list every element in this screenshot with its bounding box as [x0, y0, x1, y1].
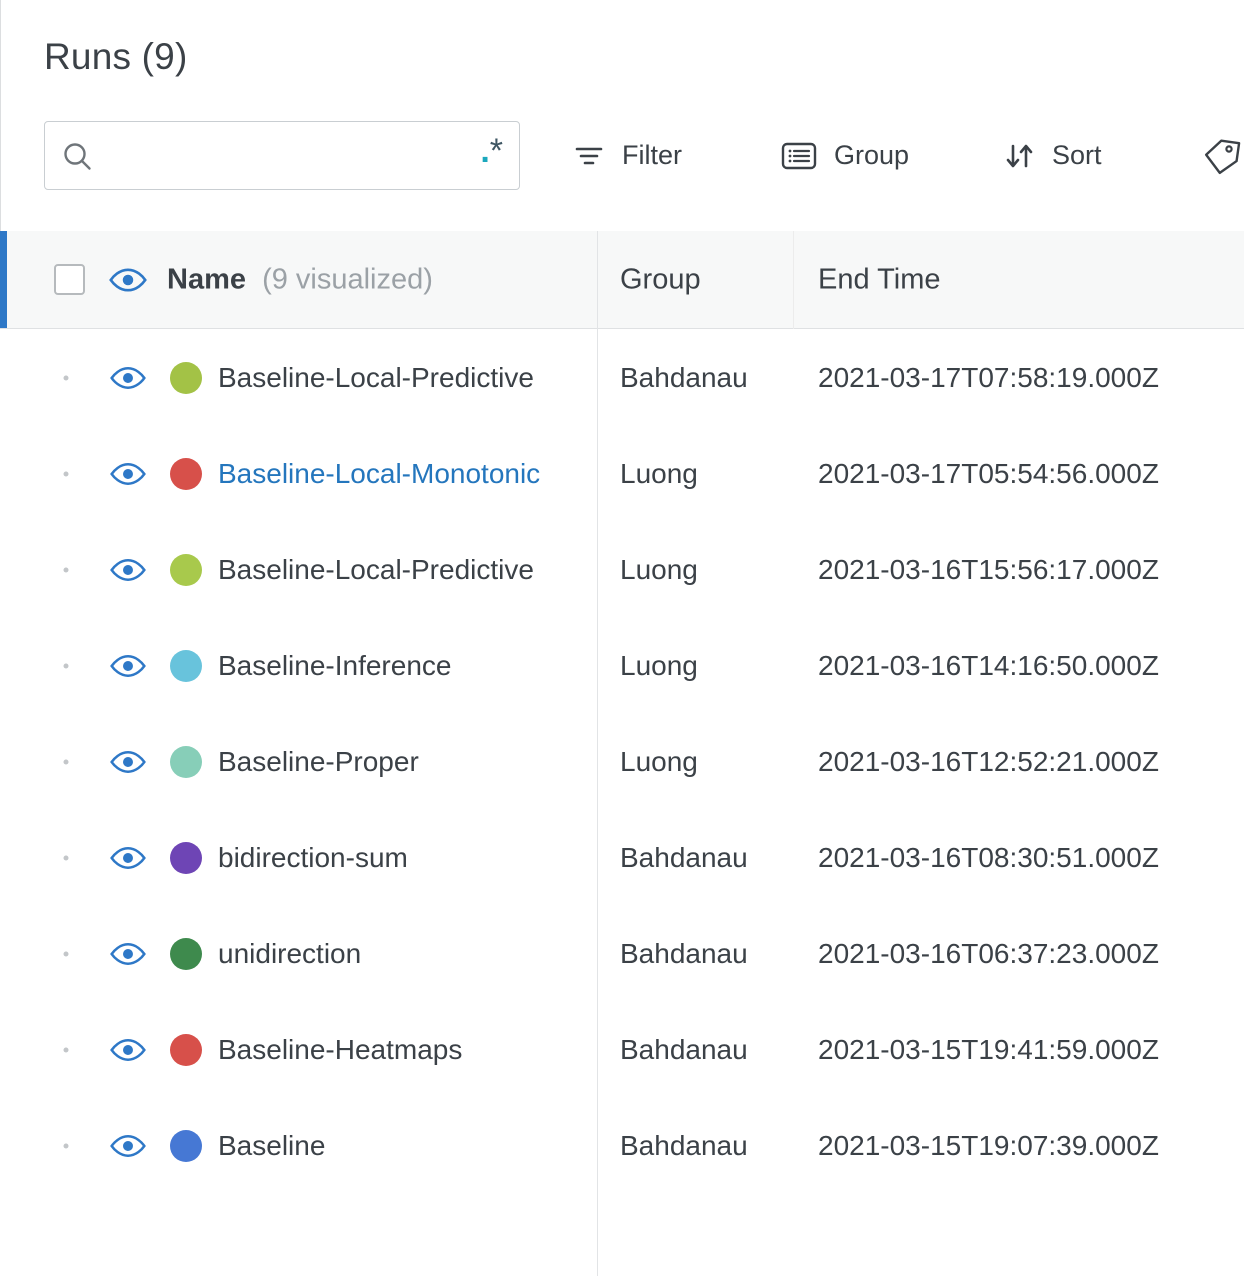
visibility-eye-icon[interactable]	[110, 846, 146, 870]
run-row: Baseline-Heatmaps Bahdanau 2021-03-15T19…	[0, 1002, 1244, 1098]
column-header-end-time[interactable]: End Time	[818, 263, 941, 296]
run-name[interactable]: Baseline-Local-Monotonic	[218, 458, 540, 490]
run-row: Baseline-Proper Luong 2021-03-16T12:52:2…	[0, 714, 1244, 810]
run-end-time-cell: 2021-03-16T06:37:23.000Z	[818, 938, 1159, 969]
run-group-cell: Bahdanau	[620, 1034, 748, 1065]
run-end-time-cell: 2021-03-16T08:30:51.000Z	[818, 842, 1159, 873]
drag-handle-dot[interactable]	[63, 855, 69, 861]
toggle-all-visibility-eye-icon[interactable]	[109, 267, 147, 293]
run-row: unidirection Bahdanau 2021-03-16T06:37:2…	[0, 906, 1244, 1002]
name-column-label: Name	[167, 263, 246, 295]
runs-table-body: Baseline-Local-Predictive Bahdanau 2021-…	[0, 330, 1244, 1194]
run-group-cell: Bahdanau	[620, 842, 748, 873]
run-end-time-cell: 2021-03-16T14:16:50.000Z	[818, 650, 1159, 681]
drag-handle-dot[interactable]	[63, 663, 69, 669]
page-title: Runs (9)	[44, 36, 188, 77]
run-color-dot[interactable]	[170, 938, 202, 970]
run-name[interactable]: Baseline-Local-Predictive	[218, 362, 534, 394]
run-color-dot[interactable]	[170, 650, 202, 682]
group-label: Group	[834, 140, 910, 170]
visualized-count-label: (9 visualized)	[262, 263, 433, 295]
search-box: .*	[44, 121, 520, 190]
group-column-separator	[793, 231, 794, 329]
drag-handle-dot[interactable]	[63, 471, 69, 477]
regex-toggle[interactable]: .*	[480, 134, 503, 178]
run-name[interactable]: unidirection	[218, 938, 361, 970]
visibility-eye-icon[interactable]	[110, 654, 146, 678]
search-icon	[61, 140, 93, 172]
run-name[interactable]: bidirection-sum	[218, 842, 408, 874]
group-icon	[780, 140, 818, 172]
column-header-name[interactable]: Name (9 visualized)	[167, 263, 433, 296]
visibility-eye-icon[interactable]	[110, 558, 146, 582]
filter-label: Filter	[622, 140, 682, 170]
sort-icon	[1002, 140, 1036, 172]
tag-button[interactable]	[1202, 121, 1242, 190]
run-color-dot[interactable]	[170, 842, 202, 874]
visibility-eye-icon[interactable]	[110, 366, 146, 390]
run-row: Baseline-Local-Monotonic Luong 2021-03-1…	[0, 426, 1244, 522]
drag-handle-dot[interactable]	[63, 375, 69, 381]
run-group-cell: Luong	[620, 650, 698, 681]
run-name[interactable]: Baseline-Local-Predictive	[218, 554, 534, 586]
run-color-dot[interactable]	[170, 1034, 202, 1066]
visibility-eye-icon[interactable]	[110, 942, 146, 966]
run-color-dot[interactable]	[170, 1130, 202, 1162]
run-group-cell: Bahdanau	[620, 362, 748, 393]
drag-handle-dot[interactable]	[63, 759, 69, 765]
visibility-eye-icon[interactable]	[110, 750, 146, 774]
run-row: Baseline Bahdanau 2021-03-15T19:07:39.00…	[0, 1098, 1244, 1194]
runs-panel: Runs (9) .* Filter Group Sort Name (9 vi…	[0, 0, 1244, 1276]
drag-handle-dot[interactable]	[63, 1143, 69, 1149]
visibility-eye-icon[interactable]	[110, 1134, 146, 1158]
run-group-cell: Luong	[620, 458, 698, 489]
run-end-time-cell: 2021-03-16T12:52:21.000Z	[818, 746, 1159, 777]
run-row: Baseline-Local-Predictive Luong 2021-03-…	[0, 522, 1244, 618]
filter-icon	[572, 141, 606, 171]
run-name[interactable]: Baseline	[218, 1130, 325, 1162]
drag-handle-dot[interactable]	[63, 1047, 69, 1053]
run-end-time-cell: 2021-03-15T19:07:39.000Z	[818, 1130, 1159, 1161]
run-row: bidirection-sum Bahdanau 2021-03-16T08:3…	[0, 810, 1244, 906]
run-color-dot[interactable]	[170, 746, 202, 778]
tag-icon	[1202, 137, 1242, 175]
run-group-cell: Luong	[620, 554, 698, 585]
run-row: Baseline-Local-Predictive Bahdanau 2021-…	[0, 330, 1244, 426]
drag-handle-dot[interactable]	[63, 567, 69, 573]
run-color-dot[interactable]	[170, 554, 202, 586]
sort-button[interactable]: Sort	[1002, 121, 1102, 190]
group-button[interactable]: Group	[780, 121, 909, 190]
run-name[interactable]: Baseline-Proper	[218, 746, 419, 778]
regex-dot-glyph: .	[480, 131, 490, 170]
search-input[interactable]	[105, 140, 481, 171]
run-row: Baseline-Inference Luong 2021-03-16T14:1…	[0, 618, 1244, 714]
panel-left-border	[0, 0, 1, 231]
run-end-time-cell: 2021-03-17T05:54:56.000Z	[818, 458, 1159, 489]
run-end-time-cell: 2021-03-15T19:41:59.000Z	[818, 1034, 1159, 1065]
table-header: Name (9 visualized) Group End Time	[0, 231, 1244, 329]
visibility-eye-icon[interactable]	[110, 1038, 146, 1062]
run-end-time-cell: 2021-03-17T07:58:19.000Z	[818, 362, 1159, 393]
visibility-eye-icon[interactable]	[110, 462, 146, 486]
run-name[interactable]: Baseline-Inference	[218, 650, 451, 682]
drag-handle-dot[interactable]	[63, 951, 69, 957]
run-color-dot[interactable]	[170, 458, 202, 490]
sort-label: Sort	[1052, 140, 1102, 170]
regex-star-glyph: *	[489, 131, 503, 170]
run-group-cell: Bahdanau	[620, 1130, 748, 1161]
selection-accent-bar	[0, 231, 7, 328]
filter-button[interactable]: Filter	[572, 121, 682, 190]
run-end-time-cell: 2021-03-16T15:56:17.000Z	[818, 554, 1159, 585]
run-group-cell: Luong	[620, 746, 698, 777]
run-name[interactable]: Baseline-Heatmaps	[218, 1034, 462, 1066]
run-group-cell: Bahdanau	[620, 938, 748, 969]
select-all-checkbox[interactable]	[54, 264, 85, 295]
column-header-group[interactable]: Group	[620, 263, 701, 296]
run-color-dot[interactable]	[170, 362, 202, 394]
